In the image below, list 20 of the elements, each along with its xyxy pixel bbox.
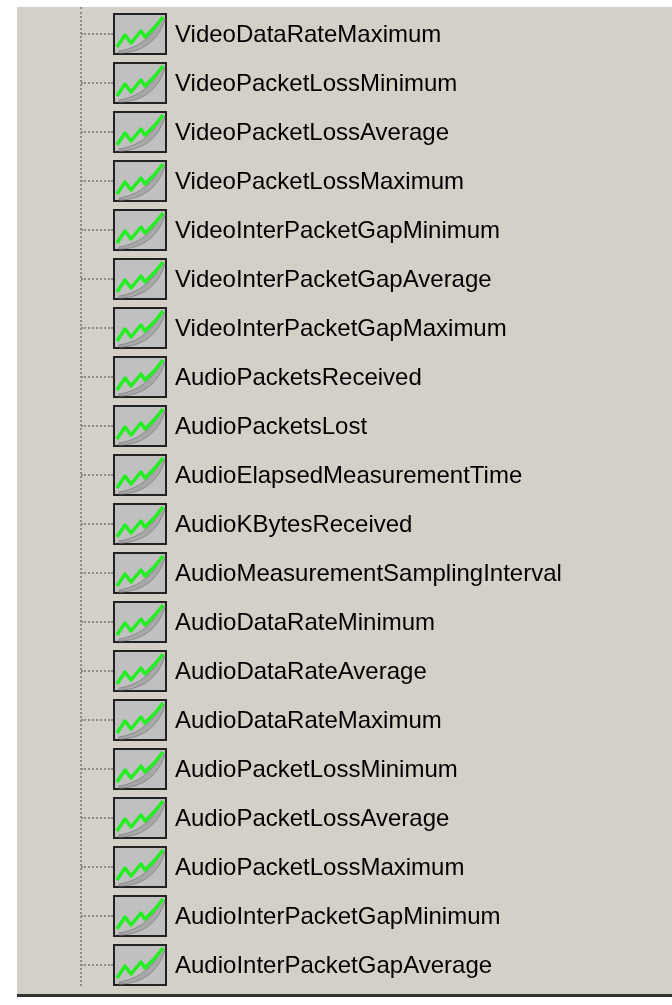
tree-item[interactable]: AudioDataRateAverage xyxy=(175,656,427,685)
tree-item[interactable]: VideoDataRateMaximum xyxy=(175,19,442,48)
tree-item[interactable]: AudioPacketsReceived xyxy=(175,362,422,391)
tree-item[interactable]: VideoPacketLossMaximum xyxy=(175,166,465,195)
tree-item[interactable]: AudioKBytesReceived xyxy=(175,509,413,538)
tree-item[interactable]: AudioPacketLossMinimum xyxy=(175,754,458,783)
tree-item[interactable]: AudioDataRateMaximum xyxy=(175,705,442,734)
tree-item[interactable]: VideoInterPacketGapMinimum xyxy=(175,215,501,244)
tree-item[interactable]: AudioElapsedMeasurementTime xyxy=(175,460,523,489)
tree-item[interactable]: AudioInterPacketGapAverage xyxy=(175,950,493,979)
tree-item[interactable]: AudioDataRateMinimum xyxy=(175,607,436,636)
tree-item[interactable]: VideoPacketLossMinimum xyxy=(175,68,458,97)
tree-item[interactable]: AudioMeasurementSamplingInterval xyxy=(175,558,562,587)
tree-item[interactable]: VideoInterPacketGapAverage xyxy=(175,264,492,293)
tree-item[interactable]: VideoPacketLossAverage xyxy=(175,117,449,146)
tree-item[interactable]: AudioPacketLossMaximum xyxy=(175,852,465,881)
tree-item[interactable]: AudioInterPacketGapMinimum xyxy=(175,901,501,930)
tree-item[interactable]: AudioPacketsLost xyxy=(175,411,368,440)
tree-item[interactable]: VideoInterPacketGapMaximum xyxy=(175,313,507,342)
tree-item[interactable]: AudioPacketLossAverage xyxy=(175,803,450,832)
